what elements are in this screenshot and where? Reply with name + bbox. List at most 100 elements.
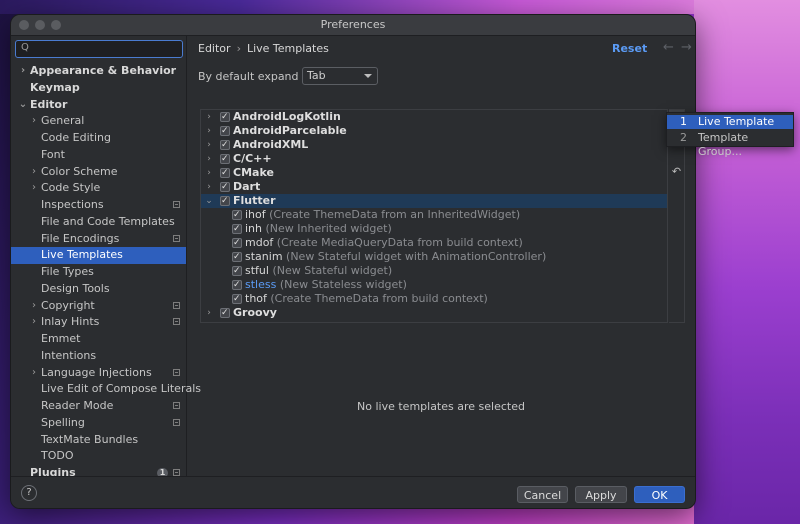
project-level-icon: [173, 318, 180, 326]
sidebar-item-design-tools[interactable]: Design Tools: [11, 281, 186, 298]
template-group-row[interactable]: ⌄ Flutter: [201, 194, 667, 208]
chevron-right-icon[interactable]: ›: [29, 365, 39, 382]
sidebar-item-font[interactable]: Font: [11, 147, 186, 164]
popup-item-live-template[interactable]: 1 Live Template: [667, 115, 793, 129]
cancel-button[interactable]: Cancel: [517, 486, 568, 503]
project-level-icon: [173, 234, 180, 242]
arrow-left-icon[interactable]: ←: [663, 40, 674, 55]
project-level-icon: [173, 469, 180, 476]
sidebar-item-copyright[interactable]: › Copyright: [11, 298, 186, 315]
group-checkbox[interactable]: [220, 306, 230, 320]
sidebar-item-appearance-behavior[interactable]: › Appearance & Behavior: [11, 63, 186, 80]
sidebar-item-inlay-hints[interactable]: › Inlay Hints: [11, 314, 186, 331]
template-group-name: CMake: [233, 166, 274, 179]
template-row[interactable]: inh (New Inherited widget): [201, 222, 667, 236]
help-button[interactable]: ?: [21, 485, 37, 501]
chevron-right-icon[interactable]: ›: [204, 180, 214, 194]
template-checkbox[interactable]: [232, 236, 242, 250]
template-row[interactable]: stanim (New Stateful widget with Animati…: [201, 250, 667, 264]
template-row[interactable]: stless (New Stateless widget): [201, 278, 667, 292]
sidebar-item-editor[interactable]: ⌄ Editor: [11, 97, 186, 114]
chevron-right-icon[interactable]: ›: [29, 113, 39, 130]
undo-icon[interactable]: ↶: [669, 165, 684, 178]
sidebar-item-general[interactable]: › General: [11, 113, 186, 130]
sidebar-item-reader-mode[interactable]: Reader Mode: [11, 398, 186, 415]
group-checkbox[interactable]: [220, 138, 230, 152]
sidebar-item-code-editing[interactable]: Code Editing: [11, 130, 186, 147]
template-checkbox[interactable]: [232, 222, 242, 236]
template-group-row[interactable]: › CMake: [201, 166, 667, 180]
group-checkbox[interactable]: [220, 110, 230, 124]
template-label: stless (New Stateless widget): [245, 278, 407, 292]
template-checkbox[interactable]: [232, 278, 242, 292]
chevron-right-icon[interactable]: ›: [204, 110, 214, 124]
sidebar-item-emmet[interactable]: Emmet: [11, 331, 186, 348]
sidebar-item-file-types[interactable]: File Types: [11, 264, 186, 281]
group-checkbox[interactable]: [220, 194, 230, 208]
template-group-row[interactable]: › C/C++: [201, 152, 667, 166]
template-abbreviation: stful: [245, 264, 269, 277]
template-row[interactable]: ihof (Create ThemeData from an Inherited…: [201, 208, 667, 222]
template-row[interactable]: stful (New Stateful widget): [201, 264, 667, 278]
ok-button[interactable]: OK: [634, 486, 685, 503]
sidebar-item-live-edit-of-compose-literals[interactable]: Live Edit of Compose Literals: [11, 381, 201, 398]
sidebar-item-inspections[interactable]: Inspections: [11, 197, 186, 214]
template-label: stanim (New Stateful widget with Animati…: [245, 250, 546, 264]
group-checkbox[interactable]: [220, 180, 230, 194]
window-title: Preferences: [320, 18, 386, 31]
sidebar-item-color-scheme[interactable]: › Color Scheme: [11, 164, 186, 181]
arrow-right-icon[interactable]: →: [681, 40, 692, 55]
expand-with-value: Tab: [307, 69, 326, 82]
template-checkbox[interactable]: [232, 292, 242, 306]
sidebar-item-textmate-bundles[interactable]: TextMate Bundles: [11, 432, 186, 449]
sidebar-item-file-encodings[interactable]: File Encodings: [11, 231, 186, 248]
reset-link[interactable]: Reset: [612, 42, 647, 55]
chevron-right-icon[interactable]: ›: [29, 180, 39, 197]
template-checkbox[interactable]: [232, 264, 242, 278]
chevron-right-icon[interactable]: ›: [204, 152, 214, 166]
template-group-row[interactable]: › Groovy: [201, 306, 667, 320]
chevron-right-icon[interactable]: ›: [29, 314, 39, 331]
template-checkbox[interactable]: [232, 208, 242, 222]
settings-search-input[interactable]: Q: [15, 40, 183, 58]
desktop-wallpaper-right: [694, 0, 800, 524]
sidebar-item-label: Inlay Hints: [41, 315, 100, 329]
group-checkbox[interactable]: [220, 124, 230, 138]
chevron-down-icon[interactable]: ⌄: [204, 194, 214, 208]
popup-item-template-group[interactable]: 2 Template Group...: [667, 131, 793, 158]
chevron-right-icon[interactable]: ›: [204, 306, 214, 320]
template-group-row[interactable]: › AndroidXML: [201, 138, 667, 152]
minimize-window-button[interactable]: [35, 20, 45, 30]
group-checkbox[interactable]: [220, 166, 230, 180]
breadcrumb-parent[interactable]: Editor: [198, 42, 231, 55]
chevron-right-icon[interactable]: ›: [29, 164, 39, 181]
sidebar-item-keymap[interactable]: Keymap: [11, 80, 186, 97]
chevron-down-icon[interactable]: ⌄: [18, 97, 28, 114]
sidebar-item-language-injections[interactable]: › Language Injections: [11, 365, 186, 382]
sidebar-item-spelling[interactable]: Spelling: [11, 415, 186, 432]
apply-button[interactable]: Apply: [575, 486, 627, 503]
expand-with-select[interactable]: Tab: [302, 67, 378, 85]
chevron-right-icon[interactable]: ›: [204, 124, 214, 138]
chevron-right-icon[interactable]: ›: [204, 138, 214, 152]
chevron-right-icon[interactable]: ›: [204, 166, 214, 180]
sidebar-item-file-and-code-templates[interactable]: File and Code Templates: [11, 214, 186, 231]
template-checkbox[interactable]: [232, 250, 242, 264]
template-group-row[interactable]: › AndroidLogKotlin: [201, 110, 667, 124]
template-abbreviation: thof: [245, 292, 267, 305]
close-window-button[interactable]: [19, 20, 29, 30]
sidebar-item-code-style[interactable]: › Code Style: [11, 180, 186, 197]
group-checkbox[interactable]: [220, 152, 230, 166]
template-group-row[interactable]: › AndroidParcelable: [201, 124, 667, 138]
template-row[interactable]: thof (Create ThemeData from build contex…: [201, 292, 667, 306]
sidebar-item-live-templates[interactable]: Live Templates: [11, 247, 186, 264]
chevron-right-icon[interactable]: ›: [29, 298, 39, 315]
sidebar-item-intentions[interactable]: Intentions: [11, 348, 186, 365]
shortcut-number: 2: [680, 131, 687, 144]
template-row[interactable]: mdof (Create MediaQueryData from build c…: [201, 236, 667, 250]
template-group-row[interactable]: › Dart: [201, 180, 667, 194]
sidebar-item-todo[interactable]: TODO: [11, 448, 186, 465]
template-group-name: AndroidLogKotlin: [233, 110, 341, 123]
zoom-window-button[interactable]: [51, 20, 61, 30]
chevron-right-icon[interactable]: ›: [18, 63, 28, 80]
